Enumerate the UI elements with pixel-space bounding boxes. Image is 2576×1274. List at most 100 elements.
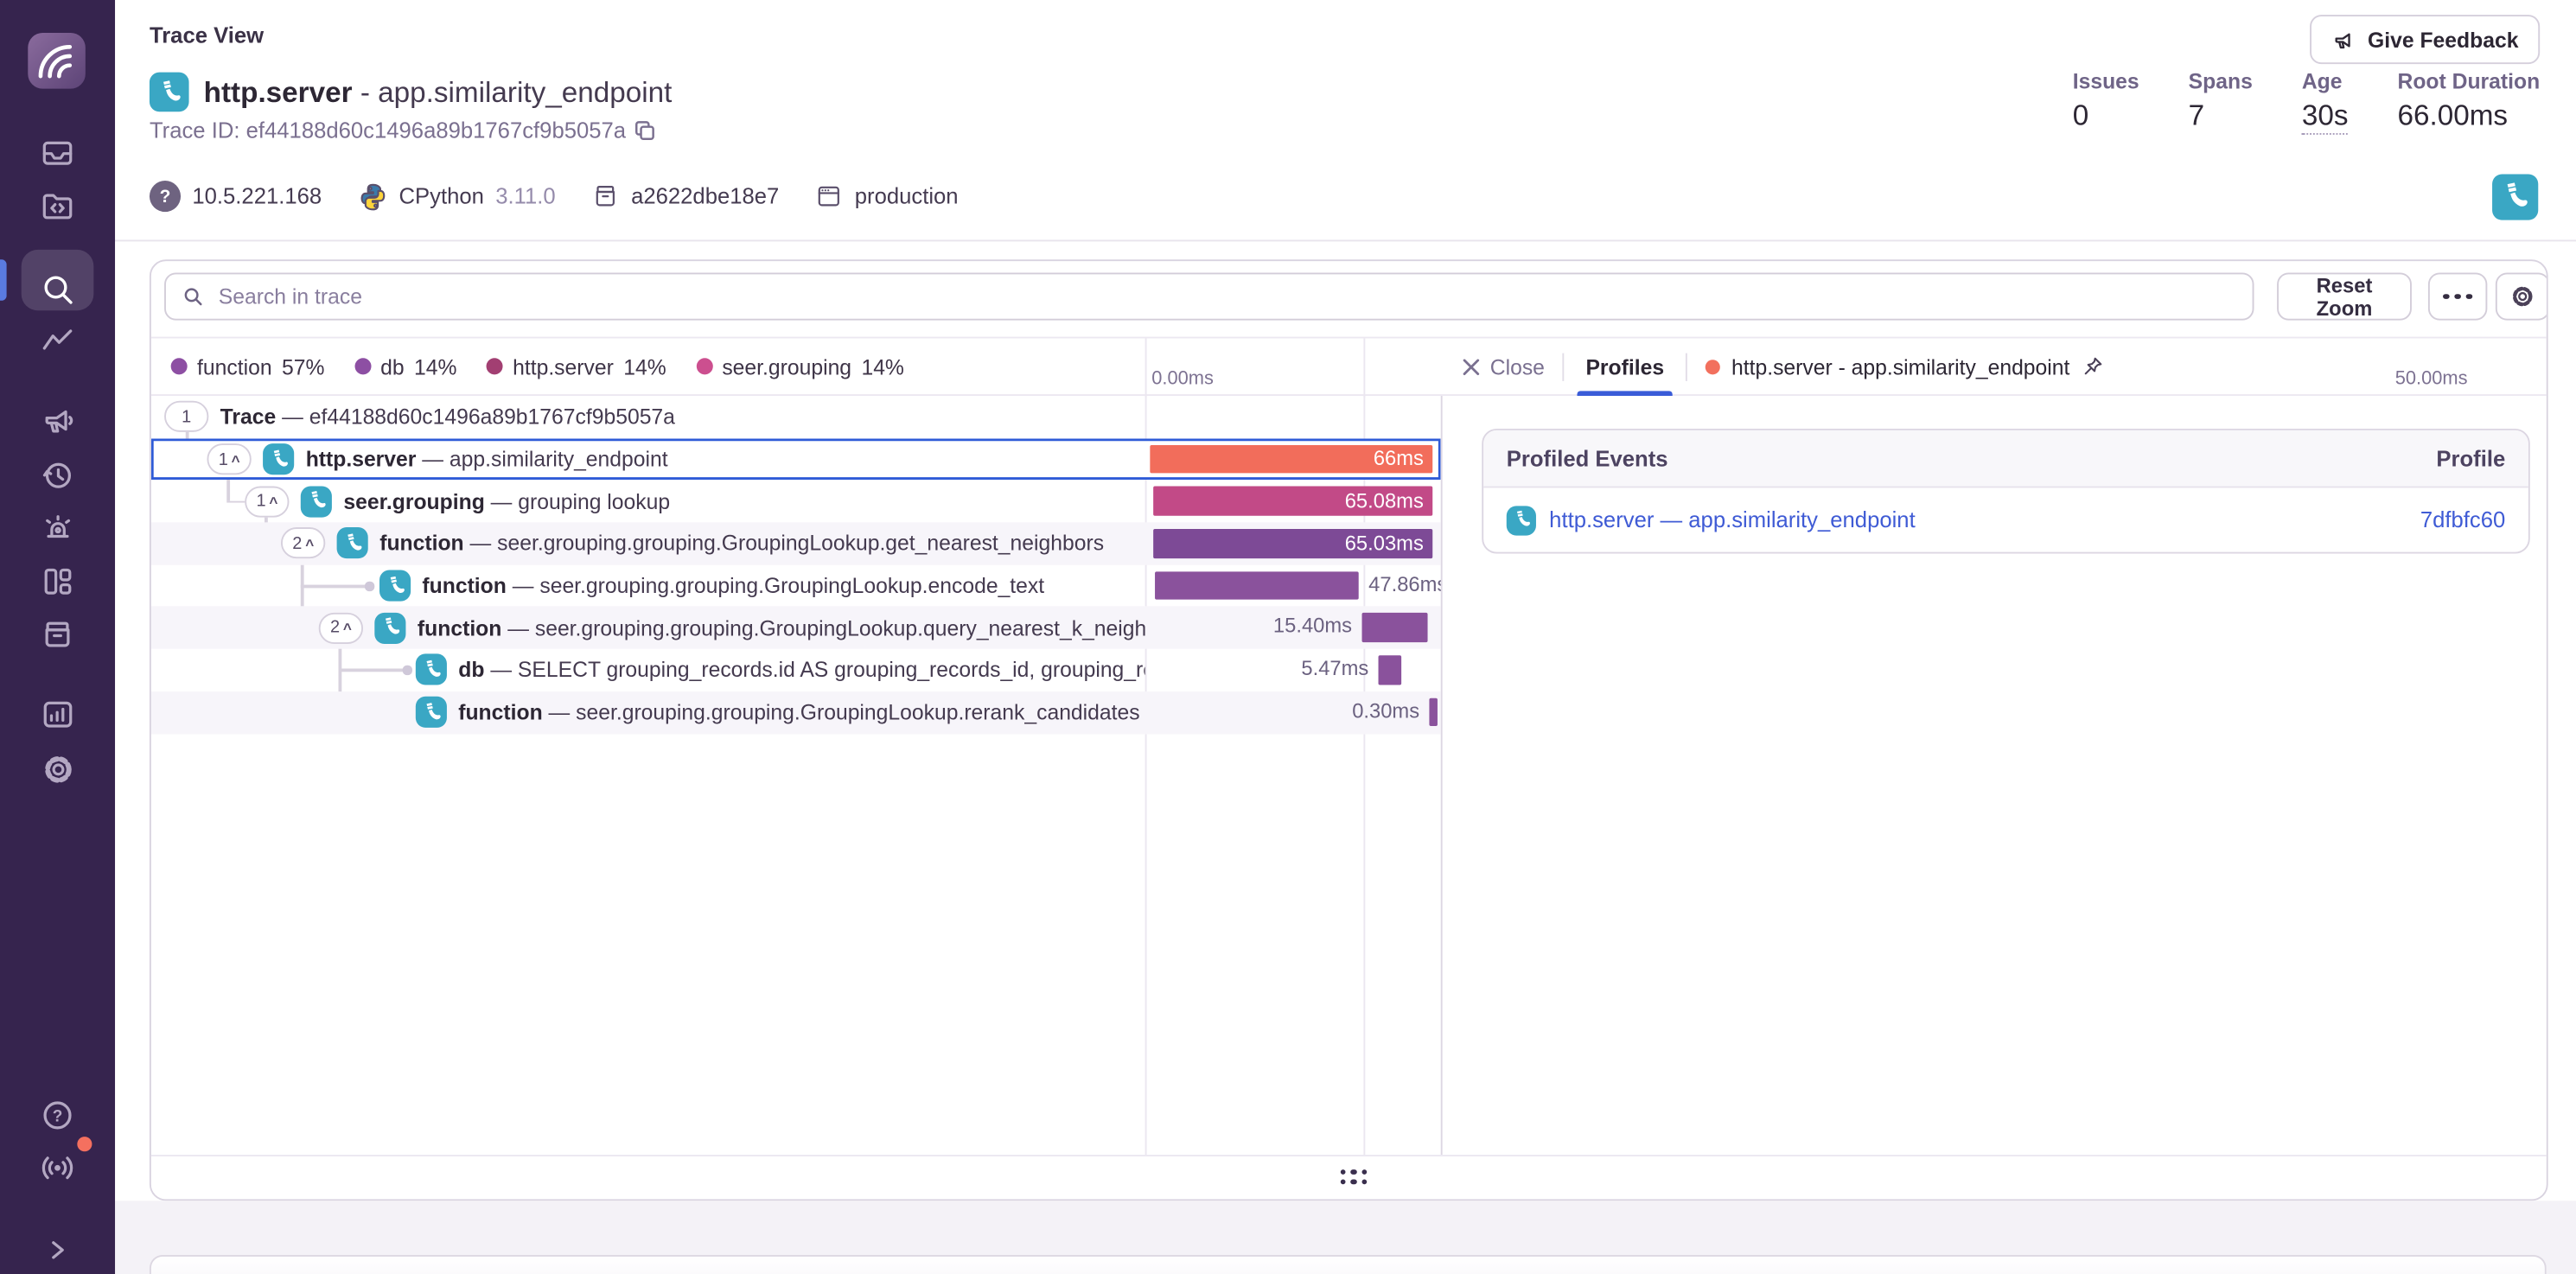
runtime-version: 3.11.0: [495, 184, 555, 209]
child-count-pill[interactable]: 1^: [207, 443, 252, 475]
meta-environment[interactable]: production: [815, 182, 958, 210]
pin-icon[interactable]: [2082, 355, 2105, 379]
sidebar-item-explore[interactable]: [0, 262, 115, 318]
header-divider: [115, 239, 2576, 241]
child-count-pill[interactable]: 2^: [319, 612, 364, 643]
span-row-seer-grouping[interactable]: 1^ seer.grouping — grouping lookup 65.08…: [151, 481, 1441, 523]
history-clock-icon: [40, 456, 76, 493]
stat-label: Root Duration: [2397, 69, 2540, 94]
span-row-function[interactable]: 2^ function — seer.grouping.grouping.Gro…: [151, 607, 1441, 649]
tab-profiles[interactable]: Profiles: [1583, 339, 1667, 395]
stat-issues: Issues 0: [2073, 69, 2139, 135]
meta-device[interactable]: a2622dbe18e7: [591, 182, 779, 210]
sidebar-item-dashboards[interactable]: [0, 553, 115, 609]
sidebar-item-settings[interactable]: [0, 741, 115, 797]
sentry-logo[interactable]: [28, 33, 86, 89]
legend-pct: 57%: [282, 354, 324, 379]
child-count-pill[interactable]: 2^: [281, 528, 326, 559]
trace-id-text: Trace ID: ef44188d60c1496a89b1767cf9b505…: [150, 118, 626, 143]
environment-value: production: [855, 184, 959, 209]
copy-icon[interactable]: [634, 120, 656, 142]
stat-value: 66.00ms: [2397, 99, 2540, 133]
sidebar-item-issues[interactable]: [0, 124, 115, 181]
duration-bar[interactable]: [1429, 698, 1438, 726]
legend-label: http.server: [513, 354, 614, 379]
duration-label: 0.30ms: [1352, 699, 1419, 723]
trace-waterfall-panel: Reset Zoom function 57%: [150, 259, 2548, 1201]
sidebar-collapse-button[interactable]: [0, 1222, 115, 1274]
trace-search[interactable]: [164, 272, 2254, 320]
meta-ip[interactable]: ? 10.5.221.168: [150, 181, 322, 212]
legend-label: function: [197, 354, 272, 379]
span-breadcrumb-tab[interactable]: http.server - app.similarity_endpoint: [1706, 354, 2105, 379]
archive-box-icon: [40, 616, 76, 653]
project-platform-icon[interactable]: [2492, 174, 2538, 220]
span-row-function[interactable]: function — seer.grouping.grouping.Groupi…: [151, 691, 1441, 734]
ops-legend: function 57% db 14% http.server 14%: [171, 339, 904, 395]
span-row-http-server[interactable]: 1^ http.server — app.similarity_endpoint…: [151, 438, 1441, 481]
give-feedback-button[interactable]: Give Feedback: [2311, 15, 2541, 64]
trace-row[interactable]: 1 Trace — ef44188d60c1496a89b1767cf9b505…: [151, 396, 1441, 438]
trace-view-page: ? Trace View Give Feedback: [0, 0, 2576, 1274]
stat-root-duration: Root Duration 66.00ms: [2397, 69, 2540, 135]
legend-dot: [354, 358, 371, 374]
issues-icon: [40, 135, 76, 171]
legend-pct: 14%: [414, 354, 456, 379]
duration-bar[interactable]: [1379, 656, 1402, 685]
duration-bar[interactable]: [1154, 571, 1358, 600]
duration-bar[interactable]: 65.03ms: [1154, 529, 1431, 557]
stat-value: 0: [2073, 99, 2139, 133]
sidebar-item-alerts[interactable]: [0, 500, 115, 556]
sidebar-item-traces[interactable]: [0, 314, 115, 370]
meta-runtime[interactable]: CPython 3.11.0: [358, 182, 556, 211]
span-op-icon: [301, 486, 332, 517]
title-op: http.server: [204, 74, 353, 107]
duration-bar[interactable]: 66ms: [1150, 444, 1431, 473]
duration-label: 65.08ms: [1345, 490, 1424, 513]
legend-dot: [487, 358, 503, 374]
child-count-pill[interactable]: 1^: [245, 486, 290, 517]
event-link[interactable]: http.server — app.similarity_endpoint: [1507, 505, 1916, 534]
trace-id: Trace ID: ef44188d60c1496a89b1767cf9b505…: [150, 118, 655, 143]
unknown-browser-icon: ?: [150, 181, 181, 212]
profiled-event-row[interactable]: http.server — app.similarity_endpoint 7d…: [1483, 487, 2528, 551]
drag-handle[interactable]: [1341, 1169, 1367, 1184]
reset-zoom-button[interactable]: Reset Zoom: [2277, 272, 2412, 320]
span-row-function[interactable]: function — seer.grouping.grouping.Groupi…: [151, 564, 1441, 607]
stat-spans: Spans 7: [2189, 69, 2253, 135]
legend-label: db: [380, 354, 404, 379]
duration-bar[interactable]: [1361, 614, 1427, 642]
device-value: a2622dbe18e7: [631, 184, 779, 209]
more-options-button[interactable]: [2428, 272, 2487, 320]
close-panel-button[interactable]: Close: [1462, 354, 1545, 379]
search-input[interactable]: [215, 283, 2236, 310]
child-count-pill[interactable]: 1: [164, 401, 208, 432]
sidebar-item-releases[interactable]: [0, 606, 115, 662]
sidebar-item-stats[interactable]: [0, 686, 115, 742]
runtime-value: CPython: [399, 184, 483, 209]
sidebar-item-feedback[interactable]: [0, 392, 115, 449]
legend-item-seer-grouping: seer.grouping 14%: [696, 354, 904, 379]
bottom-drawer-edge[interactable]: [150, 1255, 2547, 1274]
profile-link[interactable]: 7dfbfc60: [2420, 507, 2505, 532]
megaphone-icon: [2331, 27, 2356, 52]
help-icon: ?: [40, 1098, 76, 1134]
gear-icon: [39, 750, 77, 788]
trace-settings-button[interactable]: [2496, 272, 2548, 320]
sidebar-item-broadcast[interactable]: [0, 1140, 115, 1196]
sentry-logo-icon: [32, 36, 81, 86]
sidebar-item-help[interactable]: ?: [0, 1087, 115, 1143]
span-op-icon: [379, 570, 411, 602]
resize-handle-strip: [151, 1155, 2547, 1199]
span-op-icon: [337, 528, 368, 559]
span-op-icon: [416, 697, 447, 728]
span-row-function[interactable]: 2^ function — seer.grouping.grouping.Gro…: [151, 522, 1441, 564]
stat-age: Age 30s: [2302, 69, 2349, 135]
duration-bar[interactable]: 65.08ms: [1154, 487, 1432, 515]
span-row-db[interactable]: db — SELECT grouping_records.id AS group…: [151, 649, 1441, 691]
duration-label: 66ms: [1374, 448, 1424, 471]
sidebar-item-replays[interactable]: [0, 447, 115, 503]
sidebar-item-projects[interactable]: [0, 177, 115, 233]
profiled-events-card: Profiled Events Profile http.server — ap…: [1482, 429, 2530, 553]
timeline-gridline-50ms: [1363, 339, 1365, 398]
